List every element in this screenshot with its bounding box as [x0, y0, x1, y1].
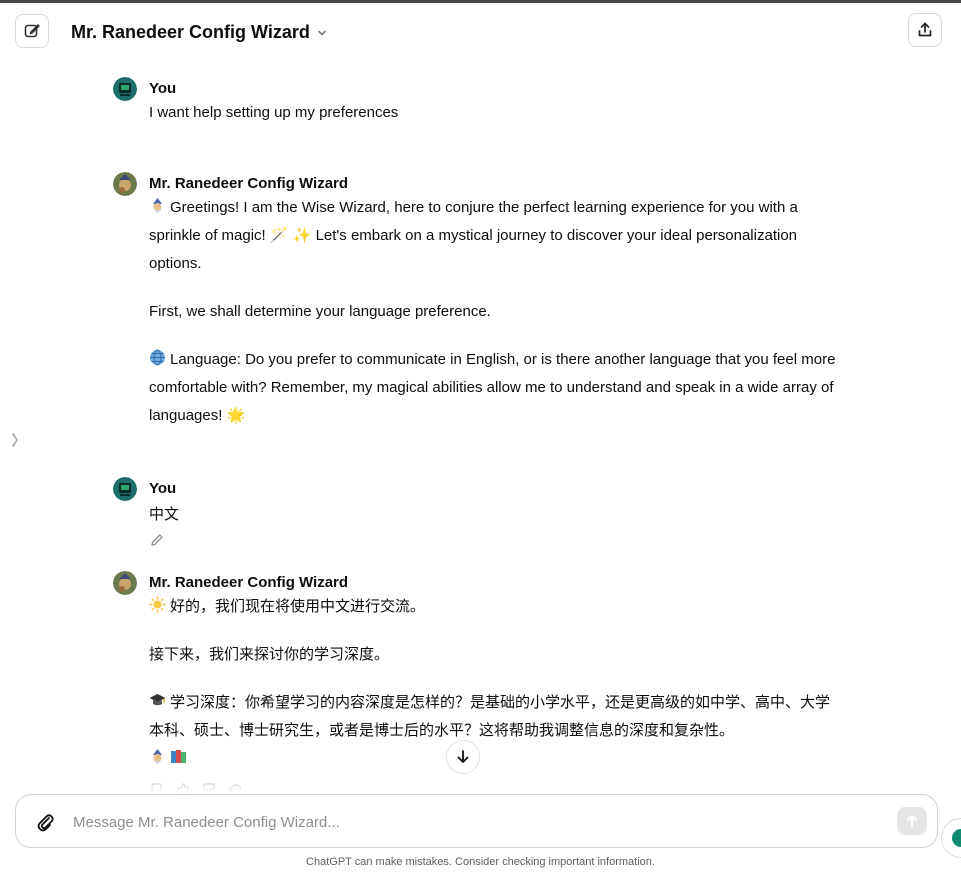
user-avatar: [113, 77, 137, 101]
message-composer: [15, 794, 938, 848]
message-paragraph: Greetings! I am the Wise Wizard, here to…: [149, 194, 839, 278]
paragraph-text: 好的，我们现在将使用中文进行交流。: [170, 598, 426, 615]
message-author: You: [149, 80, 177, 97]
message-paragraph: 接下来，我们来探讨你的学习深度。: [149, 646, 390, 663]
books-icon: [170, 747, 187, 764]
scroll-fade: [0, 775, 961, 793]
graduation-cap-icon: [149, 691, 166, 708]
user-message: You 中文: [113, 477, 843, 557]
wizard-emoji-icon: [149, 747, 166, 765]
wizard-avatar: [113, 571, 137, 595]
paragraph-text: 学习深度：你希望学习的内容深度是怎样的？是基础的小学水平，还是更高级的如中学、高…: [149, 694, 831, 739]
sparkle-icon: [149, 595, 166, 613]
message-paragraph: 学习深度：你希望学习的内容深度是怎样的？是基础的小学水平，还是更高级的如中学、高…: [149, 689, 839, 773]
sidebar-toggle[interactable]: [8, 429, 22, 451]
globe-icon: [149, 348, 166, 366]
chevron-right-icon: [12, 433, 19, 447]
model-selector[interactable]: Mr. Ranedeer Config Wizard: [71, 22, 328, 43]
chevron-down-icon: [318, 30, 326, 36]
send-button[interactable]: [897, 807, 927, 835]
message-author: You: [149, 480, 177, 497]
help-button[interactable]: [941, 818, 961, 858]
assistant-message: Mr. Ranedeer Config Wizard Greetings! I …: [113, 172, 843, 442]
message-text: I want help setting up my preferences: [149, 104, 399, 121]
wizard-avatar: [113, 172, 137, 196]
paperclip-icon[interactable]: [34, 810, 56, 834]
scroll-to-bottom-button[interactable]: [446, 740, 480, 774]
paragraph-text: Language: Do you prefer to communicate i…: [149, 351, 836, 424]
message-author: Mr. Ranedeer Config Wizard: [149, 574, 349, 591]
message-body: Greetings! I am the Wise Wizard, here to…: [149, 194, 839, 450]
share-button[interactable]: [908, 13, 942, 47]
wizard-emoji-icon: [149, 196, 166, 214]
edit-icon[interactable]: [149, 532, 165, 548]
message-author: Mr. Ranedeer Config Wizard: [149, 175, 349, 192]
header: Mr. Ranedeer Config Wizard: [0, 3, 961, 63]
user-message: You I want help setting up my preference…: [113, 77, 843, 127]
message-paragraph: First, we shall determine your language …: [149, 303, 491, 320]
share-icon: [918, 22, 932, 37]
message-paragraph: Language: Do you prefer to communicate i…: [149, 346, 839, 430]
help-icon: [952, 829, 961, 847]
message-text: 中文: [149, 506, 180, 523]
new-chat-button[interactable]: [15, 14, 49, 48]
message-body: 好的，我们现在将使用中文进行交流。 接下来，我们来探讨你的学习深度。 学习深度：…: [149, 593, 839, 793]
arrow-down-icon: [457, 750, 469, 763]
message-paragraph: 好的，我们现在将使用中文进行交流。: [149, 593, 839, 621]
message-input[interactable]: [71, 805, 875, 839]
user-avatar: [113, 477, 137, 501]
model-title-text: Mr. Ranedeer Config Wizard: [71, 22, 310, 42]
paragraph-text: Greetings! I am the Wise Wizard, here to…: [149, 199, 798, 272]
compose-icon: [24, 24, 40, 38]
disclaimer-text: ChatGPT can make mistakes. Consider chec…: [306, 856, 655, 868]
arrow-up-icon: [907, 815, 917, 827]
message-actions: [149, 532, 165, 548]
